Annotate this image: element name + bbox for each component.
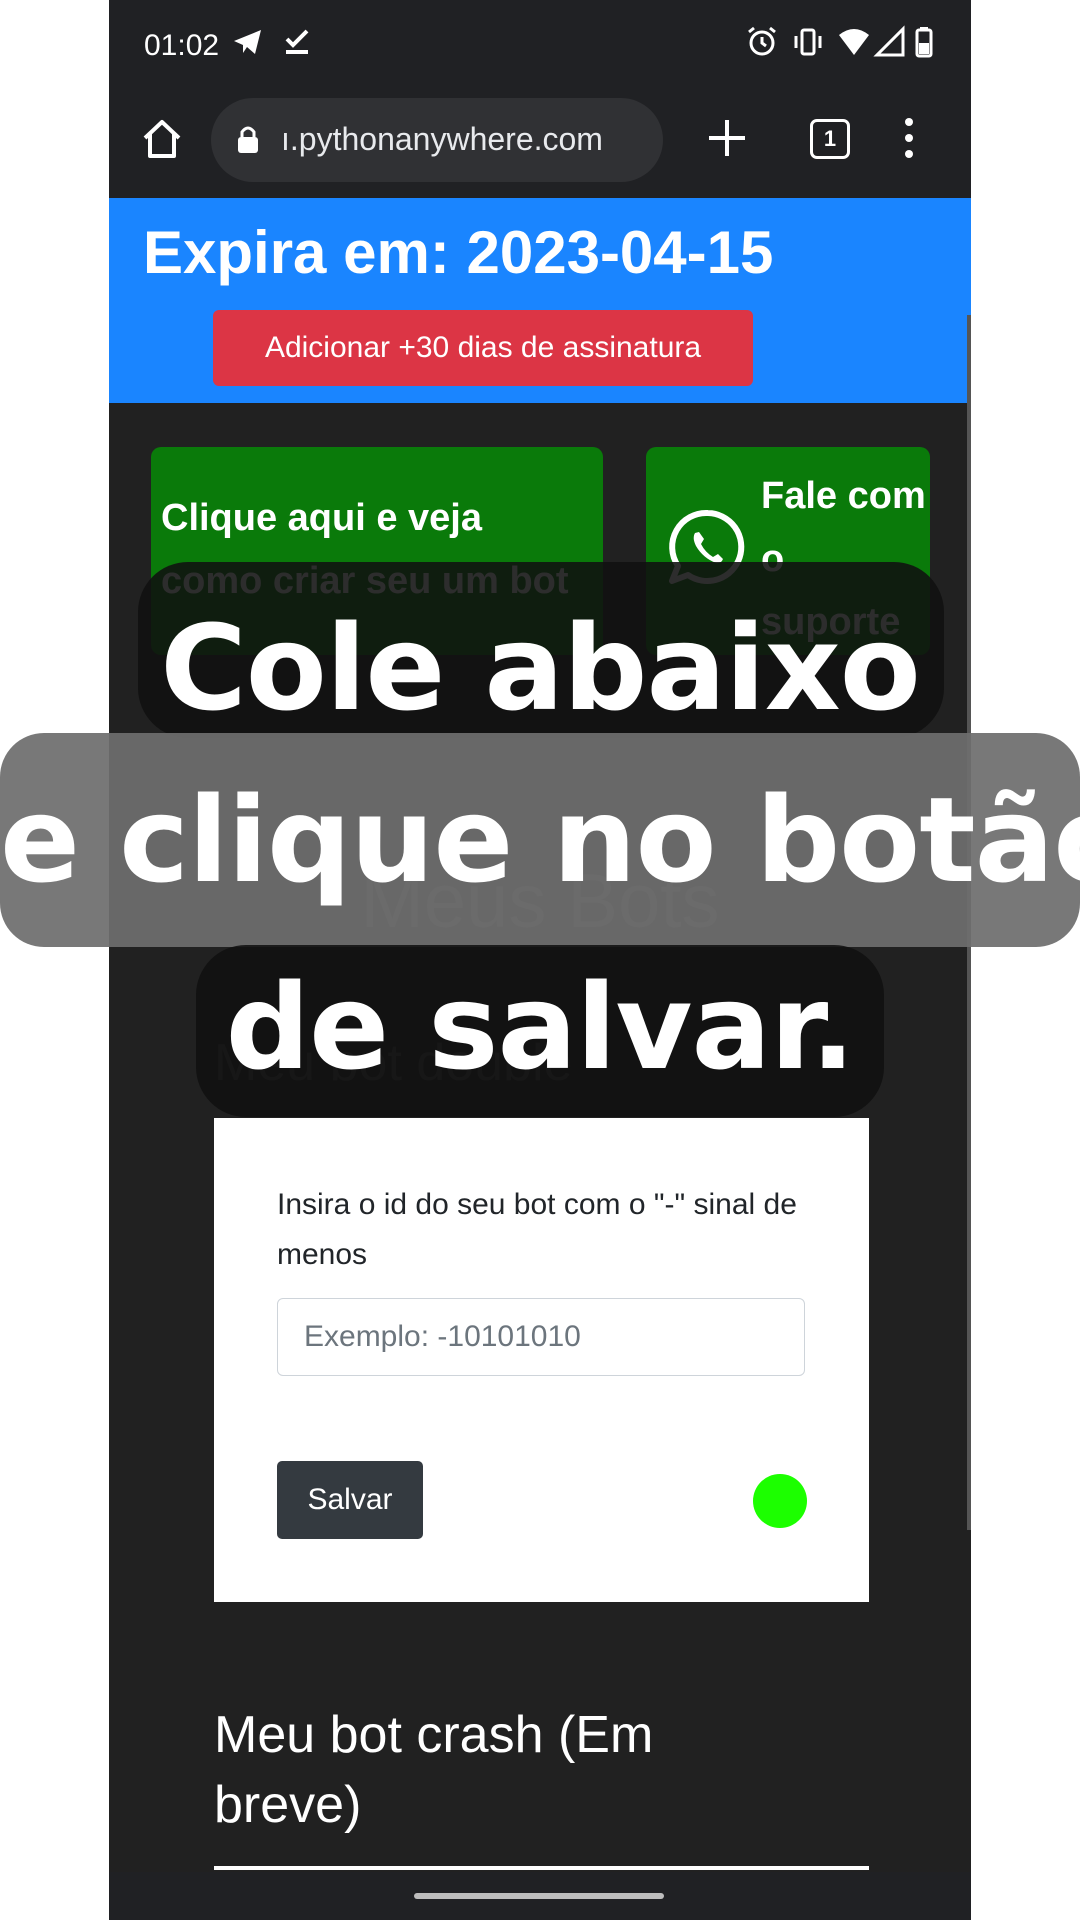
lock-icon — [238, 126, 258, 153]
new-tab-icon[interactable] — [703, 114, 751, 162]
support-label: Fale com o suporte — [761, 475, 926, 643]
add-subscription-button[interactable]: Adicionar +30 dias de assinatura — [213, 310, 753, 386]
more-menu-icon[interactable] — [901, 114, 917, 162]
signal-icon — [873, 25, 905, 57]
telegram-icon — [234, 30, 261, 54]
expire-date: Expira em: 2023-04-15 — [143, 219, 774, 286]
status-indicator — [753, 1474, 807, 1528]
tab-switcher-button[interactable]: 1 — [810, 119, 850, 159]
divider — [214, 1866, 869, 1870]
alarm-icon — [748, 26, 776, 56]
tutorial-label-line1: Clique aqui e veja — [161, 497, 482, 539]
status-bar: 01:02 — [109, 0, 971, 92]
status-time: 01:02 — [144, 29, 220, 62]
whatsapp-icon — [669, 509, 745, 584]
bot-id-input[interactable] — [277, 1298, 805, 1376]
phone-screen: 01:02 ı.pythonanywhere.com 1 Expira em: … — [109, 0, 971, 1920]
battery-icon — [915, 27, 933, 58]
bot-id-card: Insira o id do seu bot com o "-" sinal d… — [214, 1118, 869, 1602]
address-bar[interactable]: ı.pythonanywhere.com — [211, 98, 663, 182]
subscription-banner: Expira em: 2023-04-15 Adicionar +30 dias… — [109, 198, 971, 403]
tutorial-button[interactable]: Clique aqui e veja como criar seu um bot — [151, 447, 603, 655]
home-gesture-handle[interactable] — [414, 1893, 664, 1899]
gesture-nav-bar — [109, 1872, 971, 1920]
url-text: ı.pythonanywhere.com — [281, 121, 603, 157]
section-title: Meus Bots — [360, 859, 720, 944]
home-icon[interactable] — [139, 116, 185, 162]
save-button[interactable]: Salvar — [277, 1461, 423, 1539]
wifi-icon — [839, 29, 869, 55]
bot-id-label: Insira o id do seu bot com o "-" sinal d… — [277, 1188, 797, 1271]
bot-double-title: Meu bot double — [214, 1034, 573, 1092]
support-button[interactable]: Fale com o suporte — [646, 447, 930, 655]
tutorial-label-line2: como criar seu um bot — [161, 560, 569, 602]
vibrate-icon — [794, 28, 822, 56]
bot-crash-title: Meu bot crash (Em breve) — [214, 1706, 654, 1834]
check-icon — [285, 29, 309, 54]
browser-toolbar: ı.pythonanywhere.com 1 — [109, 92, 971, 198]
